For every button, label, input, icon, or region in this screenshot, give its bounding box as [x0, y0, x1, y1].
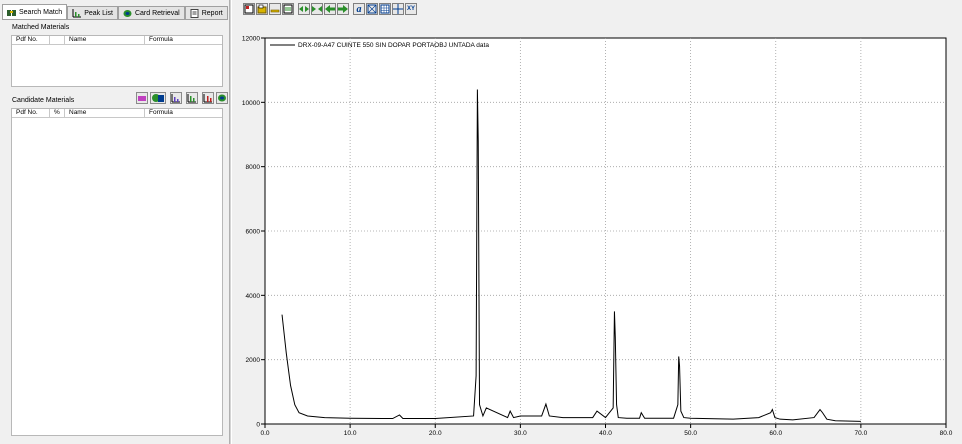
y-tick-label: 2000: [246, 357, 261, 364]
matched-col-name[interactable]: Name: [65, 36, 145, 44]
x-tick-label: 70.0: [855, 430, 868, 437]
y-tick-label: 6000: [246, 229, 261, 236]
x-tick-label: 50.0: [684, 430, 697, 437]
candidate-materials-grid[interactable]: Pdf No. % Name Formula: [11, 108, 223, 436]
tab-card-retrieval[interactable]: Card Retrieval: [117, 6, 185, 20]
diffraction-chart[interactable]: 0 2000 4000 6000 8000 10000 12000 0.0 10.0 20.0 30…: [232, 20, 962, 444]
tab-report[interactable]: Report: [184, 6, 228, 20]
tab-peak-list-label: Peak List: [84, 10, 113, 17]
full-view-icon[interactable]: [366, 3, 378, 15]
legend-label: DRX-09-A47 CUINTE 550 SIN DOPAR PORTAOBJ…: [298, 42, 489, 49]
candidate-peaks-alt-icon[interactable]: [186, 92, 198, 104]
x-tick-label: 60.0: [769, 430, 782, 437]
tab-report-label: Report: [201, 10, 223, 17]
pan-right-icon[interactable]: [337, 3, 349, 15]
zoom-horizontal-icon[interactable]: [298, 3, 310, 15]
peak-chart-icon: [72, 9, 82, 18]
matched-col-blank[interactable]: [50, 36, 65, 44]
tab-search-match[interactable]: Search Match: [2, 4, 68, 20]
annotate-icon[interactable]: a: [353, 3, 365, 15]
matched-materials-grid[interactable]: Pdf No. Name Formula: [11, 35, 223, 87]
minimize-icon[interactable]: [269, 3, 281, 15]
open-icon[interactable]: [256, 3, 268, 15]
x-tick-label: 0.0: [260, 430, 269, 437]
candidate-materials-title: Candidate Materials: [12, 97, 75, 104]
candidate-match-icon[interactable]: [216, 92, 228, 104]
tab-search-match-label: Search Match: [19, 9, 63, 16]
zoom-fit-icon[interactable]: [311, 3, 323, 15]
binoculars-icon: [7, 8, 16, 17]
candidate-grid-header: Pdf No. % Name Formula: [12, 109, 222, 118]
xy-icon[interactable]: XY: [405, 3, 417, 15]
grid-icon[interactable]: [379, 3, 391, 15]
candidate-col-pdf[interactable]: Pdf No.: [12, 109, 50, 117]
x-tick-label: 20.0: [429, 430, 442, 437]
print-icon[interactable]: [243, 3, 255, 15]
candidate-col-name[interactable]: Name: [65, 109, 145, 117]
y-tick-label: 10000: [242, 100, 260, 107]
matched-col-pdf[interactable]: Pdf No.: [12, 36, 50, 44]
report-icon: [190, 9, 199, 18]
candidate-toolbar: [136, 92, 228, 104]
chart-toolbar: a XY: [243, 3, 417, 16]
tab-card-retrieval-label: Card Retrieval: [134, 10, 180, 17]
pan-left-icon[interactable]: [324, 3, 336, 15]
left-panel: Search Match Peak List Card Retrieval Re…: [0, 0, 232, 444]
candidate-col-percent[interactable]: %: [50, 109, 65, 117]
candidate-search-icon[interactable]: [136, 92, 148, 104]
card-icon: [123, 9, 132, 18]
x-tick-label: 80.0: [940, 430, 953, 437]
candidate-peaks-icon[interactable]: [170, 92, 182, 104]
x-tick-label: 10.0: [344, 430, 357, 437]
y-tick-label: 0: [256, 422, 260, 429]
y-tick-label: 4000: [246, 293, 261, 300]
export-icon[interactable]: [282, 3, 294, 15]
x-tick-label: 40.0: [599, 430, 612, 437]
candidate-plot-icon[interactable]: [202, 92, 214, 104]
matched-materials-title: Matched Materials: [12, 24, 70, 31]
candidate-filter-icon[interactable]: [150, 92, 166, 104]
candidate-col-formula[interactable]: Formula: [145, 109, 222, 117]
y-tick-label: 8000: [246, 164, 261, 171]
app-window: Search Match Peak List Card Retrieval Re…: [0, 0, 962, 444]
matched-grid-header: Pdf No. Name Formula: [12, 36, 222, 45]
tab-divider: [2, 19, 228, 20]
y-tick-label: 12000: [242, 36, 260, 43]
x-tick-label: 30.0: [514, 430, 527, 437]
cursor-icon[interactable]: [392, 3, 404, 15]
tab-bar: Search Match Peak List Card Retrieval Re…: [2, 4, 228, 20]
chart-canvas: 0 2000 4000 6000 8000 10000 12000 0.0 10.0 20.0 30…: [242, 36, 953, 438]
tab-peak-list[interactable]: Peak List: [67, 6, 118, 20]
matched-col-formula[interactable]: Formula: [145, 36, 222, 44]
